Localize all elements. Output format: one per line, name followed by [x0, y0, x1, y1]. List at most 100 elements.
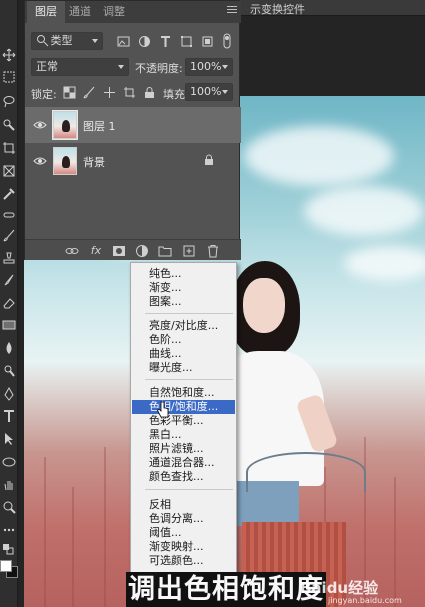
gradient-tool-icon[interactable] — [2, 318, 16, 332]
menu-item-photo-filter[interactable]: 照片滤镜... — [132, 442, 235, 456]
default-colors-icon[interactable] — [2, 543, 16, 557]
layer-row-layer1[interactable]: 图层 1 — [25, 107, 241, 143]
menu-item-hue-saturation[interactable]: 色相/饱和度... — [132, 400, 235, 414]
pixel-filter-icon[interactable] — [117, 35, 130, 48]
menu-separator — [145, 379, 233, 380]
lock-transparency-icon[interactable] — [63, 86, 76, 99]
blend-row: 正常 不透明度: 100% — [25, 55, 241, 79]
blend-mode-value: 正常 — [36, 60, 58, 73]
layer-thumbnail — [53, 147, 77, 175]
menu-item-exposure[interactable]: 曝光度... — [132, 361, 235, 375]
fill-field[interactable]: 100% — [185, 83, 233, 101]
tab-layers[interactable]: 图层 — [27, 1, 65, 23]
layer-filter-row: 类型 — [25, 29, 241, 53]
pen-tool-icon[interactable] — [2, 387, 16, 401]
blend-mode-dropdown[interactable]: 正常 — [31, 58, 129, 76]
menu-item-channel-mixer[interactable]: 通道混合器... — [132, 456, 235, 470]
lasso-tool-icon[interactable] — [2, 94, 16, 108]
layer-name[interactable]: 背景 — [83, 154, 105, 170]
menu-item-gradient-map[interactable]: 渐变映射... — [132, 540, 235, 554]
zoom-tool-icon[interactable] — [2, 500, 16, 514]
hand-tool-icon[interactable] — [2, 478, 16, 492]
eraser-tool-icon[interactable] — [2, 296, 16, 310]
path-select-tool-icon[interactable] — [2, 432, 16, 446]
blur-tool-icon[interactable] — [2, 341, 16, 355]
crop-tool-icon[interactable] — [2, 141, 16, 155]
type-filter-icon[interactable] — [159, 35, 172, 48]
quick-select-tool-icon[interactable] — [2, 118, 16, 132]
menu-item-color-lookup[interactable]: 颜色查找... — [132, 470, 235, 484]
menu-item-black-white[interactable]: 黑白... — [132, 428, 235, 442]
panel-tabs: 图层 通道 调整 — [25, 1, 241, 23]
smart-object-filter-icon[interactable] — [201, 35, 214, 48]
layers-panel-footer: fx — [25, 239, 241, 260]
tab-adjustments[interactable]: 调整 — [95, 1, 133, 23]
opacity-label: 不透明度: — [135, 62, 183, 75]
lock-artboard-icon[interactable] — [123, 86, 136, 99]
menu-item-vibrance[interactable]: 自然饱和度... — [132, 386, 235, 400]
eyedropper-tool-icon[interactable] — [2, 187, 16, 201]
lock-all-icon[interactable] — [143, 86, 156, 99]
search-icon — [36, 34, 49, 47]
opacity-value: 100% — [190, 60, 222, 73]
layers-panel: 图层 通道 调整 类型 正常 不透明度: 100% 锁定: 填充: 100% 图… — [24, 0, 241, 260]
menu-item-curves[interactable]: 曲线... — [132, 347, 235, 361]
brush-tool-icon[interactable] — [2, 229, 16, 243]
baidu-jingyan-watermark: Baidu经验 — [300, 579, 379, 597]
menu-item-pattern[interactable]: 图案... — [132, 295, 235, 309]
lock-position-icon[interactable] — [103, 86, 116, 99]
filter-kind-value: 类型 — [50, 34, 73, 47]
lock-label: 锁定: — [31, 88, 57, 101]
more-tools-icon[interactable] — [2, 523, 16, 537]
menu-item-posterize[interactable]: 色调分离... — [132, 512, 235, 526]
show-transform-controls-label[interactable]: 示变换控件 — [250, 1, 305, 17]
menu-item-color-balance[interactable]: 色彩平衡... — [132, 414, 235, 428]
new-layer-icon[interactable] — [182, 244, 196, 258]
layer-row-background[interactable]: 背景 — [25, 143, 241, 179]
tools-panel — [0, 0, 18, 607]
healing-brush-tool-icon[interactable] — [2, 208, 16, 222]
watermark-url: jingyan.baidu.com — [328, 596, 402, 605]
menu-item-invert[interactable]: 反相 — [132, 498, 235, 512]
panel-menu-icon[interactable] — [227, 6, 237, 16]
marquee-tool-icon[interactable] — [2, 70, 16, 84]
layer-thumbnail — [52, 110, 78, 140]
history-brush-tool-icon[interactable] — [2, 273, 16, 287]
filter-kind-dropdown[interactable]: 类型 — [31, 32, 103, 50]
visibility-eye-icon[interactable] — [33, 154, 47, 168]
clone-stamp-tool-icon[interactable] — [2, 251, 16, 265]
layer-name[interactable]: 图层 1 — [83, 118, 116, 134]
new-group-folder-icon[interactable] — [158, 244, 172, 258]
menu-item-levels[interactable]: 色阶... — [132, 333, 235, 347]
trash-icon[interactable] — [206, 244, 220, 258]
add-mask-icon[interactable] — [112, 244, 126, 258]
menu-item-brightness-contrast[interactable]: 亮度/对比度... — [132, 319, 235, 333]
menu-separator — [145, 313, 233, 314]
dodge-tool-icon[interactable] — [2, 364, 16, 378]
menu-item-threshold[interactable]: 阈值... — [132, 526, 235, 540]
menu-item-gradient[interactable]: 渐变... — [132, 281, 235, 295]
lock-icon — [203, 154, 215, 166]
lock-pixels-icon[interactable] — [83, 86, 96, 99]
adjustment-filter-icon[interactable] — [138, 35, 151, 48]
video-caption: 调出色相饱和度 — [126, 572, 326, 607]
menu-item-selective-color[interactable]: 可选颜色... — [132, 554, 235, 568]
frame-tool-icon[interactable] — [2, 164, 16, 178]
link-layers-icon[interactable] — [65, 244, 79, 258]
adjustment-layer-menu: 纯色... 渐变... 图案... 亮度/对比度... 色阶... 曲线... … — [130, 262, 237, 575]
menu-separator — [145, 489, 233, 490]
fill-value: 100% — [190, 85, 222, 98]
visibility-eye-icon[interactable] — [33, 118, 47, 132]
options-bar: 示变换控件 — [240, 0, 425, 16]
layer-style-fx-button[interactable]: fx — [89, 244, 103, 258]
filter-toggle-icon[interactable] — [223, 33, 231, 49]
opacity-field[interactable]: 100% — [185, 58, 233, 76]
adjustment-layer-icon[interactable] — [135, 244, 149, 258]
tab-channels[interactable]: 通道 — [61, 1, 99, 23]
menu-item-solid-color[interactable]: 纯色... — [132, 267, 235, 281]
foreground-color-swatch[interactable] — [0, 560, 12, 572]
move-tool-icon[interactable] — [2, 48, 16, 62]
shape-filter-icon[interactable] — [180, 35, 193, 48]
type-tool-icon[interactable] — [2, 409, 16, 423]
shape-tool-icon[interactable] — [2, 455, 16, 469]
